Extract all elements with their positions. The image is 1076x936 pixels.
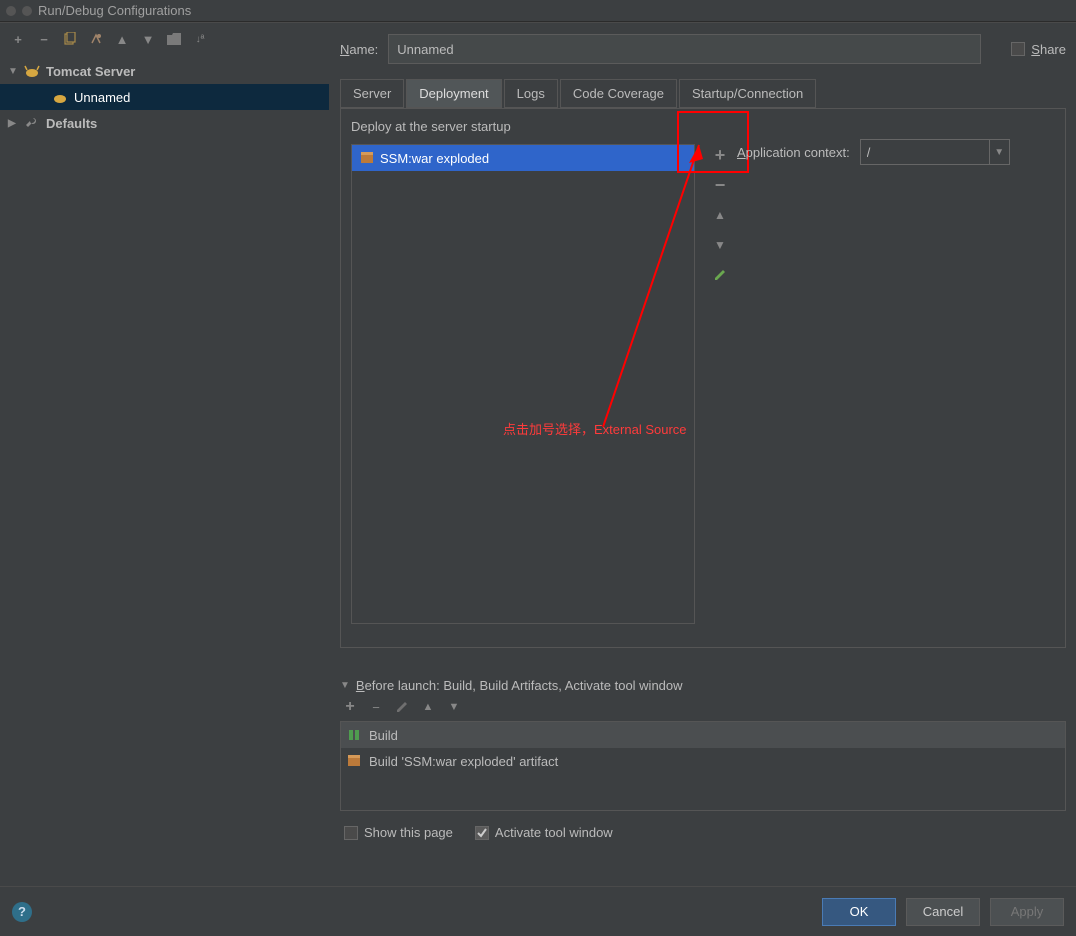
config-tree[interactable]: ▼ Tomcat Server Unnamed ▶ Defaults [0, 56, 329, 882]
move-up-icon: ▲ [114, 31, 130, 47]
right-panel: Name: Share Server Deployment Logs Code … [330, 23, 1076, 882]
deploy-label: Deploy at the server startup [351, 119, 1055, 134]
checkbox-icon [1011, 42, 1025, 56]
deployment-panel: Deploy at the server startup SSM:war exp… [340, 108, 1066, 648]
share-checkbox[interactable]: Share [1011, 42, 1066, 57]
check-label: Show this page [364, 825, 453, 840]
dialog-footer: ? OK Cancel Apply [0, 886, 1076, 936]
before-launch-toolbar: + − ▲ ▼ [340, 693, 1066, 721]
window-control-icon[interactable] [22, 6, 32, 16]
window-title: Run/Debug Configurations [38, 3, 191, 18]
task-label: Build [369, 728, 398, 743]
move-up-icon: ▲ [420, 699, 436, 715]
app-context-dropdown[interactable]: ▼ [990, 139, 1010, 165]
sort-icon[interactable]: ↓ª [192, 31, 208, 47]
chevron-right-icon: ▶ [8, 118, 18, 129]
tree-label: Defaults [46, 116, 97, 131]
edit-artifact-button[interactable] [709, 264, 731, 286]
tomcat-local-icon [52, 90, 68, 104]
cancel-button[interactable]: Cancel [906, 898, 980, 926]
add-artifact-button[interactable]: + [709, 144, 731, 166]
tab-code-coverage[interactable]: Code Coverage [560, 79, 677, 108]
chevron-down-icon: ▼ [8, 66, 18, 77]
left-panel: + − ▲ ▼ ↓ª ▼ Tomcat Server [0, 23, 330, 882]
wrench-icon [24, 116, 40, 130]
move-down-icon: ▼ [709, 234, 731, 256]
tab-logs[interactable]: Logs [504, 79, 558, 108]
remove-config-icon[interactable]: − [36, 31, 52, 47]
build-icon [347, 728, 361, 742]
show-this-page-checkbox[interactable]: Show this page [344, 825, 453, 840]
tree-tomcat-server[interactable]: ▼ Tomcat Server [0, 58, 329, 84]
title-bar: Run/Debug Configurations [0, 0, 1076, 22]
tomcat-icon [24, 64, 40, 78]
edit-task-button [394, 699, 410, 715]
list-item[interactable]: Build 'SSM:war exploded' artifact [341, 748, 1065, 774]
remove-artifact-button[interactable]: − [709, 174, 731, 196]
deploy-list[interactable]: SSM:war exploded [351, 144, 695, 624]
tab-server[interactable]: Server [340, 79, 404, 108]
move-down-icon: ▼ [446, 699, 462, 715]
app-context-input[interactable] [860, 139, 990, 165]
activate-tool-window-checkbox[interactable]: Activate tool window [475, 825, 613, 840]
folder-icon[interactable] [166, 31, 182, 47]
chevron-down-icon: ▼ [340, 680, 350, 691]
deploy-item[interactable]: SSM:war exploded [352, 145, 694, 171]
before-launch-label: Before launch: Build, Build Artifacts, A… [356, 678, 683, 693]
annotation-text: 点击加号选择，External Source [503, 419, 687, 438]
left-toolbar: + − ▲ ▼ ↓ª [0, 23, 329, 56]
deploy-tools: + − ▲ ▼ [709, 144, 731, 286]
artifact-icon [360, 151, 374, 165]
app-context-label: Application context: [737, 145, 850, 160]
copy-config-icon[interactable] [62, 31, 78, 47]
tree-defaults[interactable]: ▶ Defaults [0, 110, 329, 136]
name-label: Name: [340, 42, 378, 57]
tab-deployment[interactable]: Deployment [406, 79, 501, 108]
check-label: Activate tool window [495, 825, 613, 840]
tree-config-unnamed[interactable]: Unnamed [0, 84, 329, 110]
window-control-icon[interactable] [6, 6, 16, 16]
move-down-icon: ▼ [140, 31, 156, 47]
tabs: Server Deployment Logs Code Coverage Sta… [340, 79, 1066, 108]
add-config-icon[interactable]: + [10, 31, 26, 47]
checkbox-checked-icon [475, 826, 489, 840]
ok-button[interactable]: OK [822, 898, 896, 926]
before-launch-list[interactable]: Build Build 'SSM:war exploded' artifact [340, 721, 1066, 811]
deploy-item-label: SSM:war exploded [380, 151, 489, 166]
apply-button[interactable]: Apply [990, 898, 1064, 926]
settings-icon[interactable] [88, 31, 104, 47]
tree-label: Unnamed [74, 90, 130, 105]
tree-label: Tomcat Server [46, 64, 135, 79]
list-item[interactable]: Build [341, 722, 1065, 748]
help-button[interactable]: ? [12, 902, 32, 922]
checkbox-icon [344, 826, 358, 840]
artifact-icon [347, 754, 361, 768]
task-label: Build 'SSM:war exploded' artifact [369, 754, 558, 769]
share-label: Share [1031, 42, 1066, 57]
name-input[interactable] [388, 34, 981, 64]
tab-startup-connection[interactable]: Startup/Connection [679, 79, 816, 108]
before-launch-header[interactable]: ▼ Before launch: Build, Build Artifacts,… [340, 678, 1066, 693]
move-up-icon: ▲ [709, 204, 731, 226]
remove-task-button: − [368, 699, 384, 715]
add-task-button[interactable]: + [342, 699, 358, 715]
